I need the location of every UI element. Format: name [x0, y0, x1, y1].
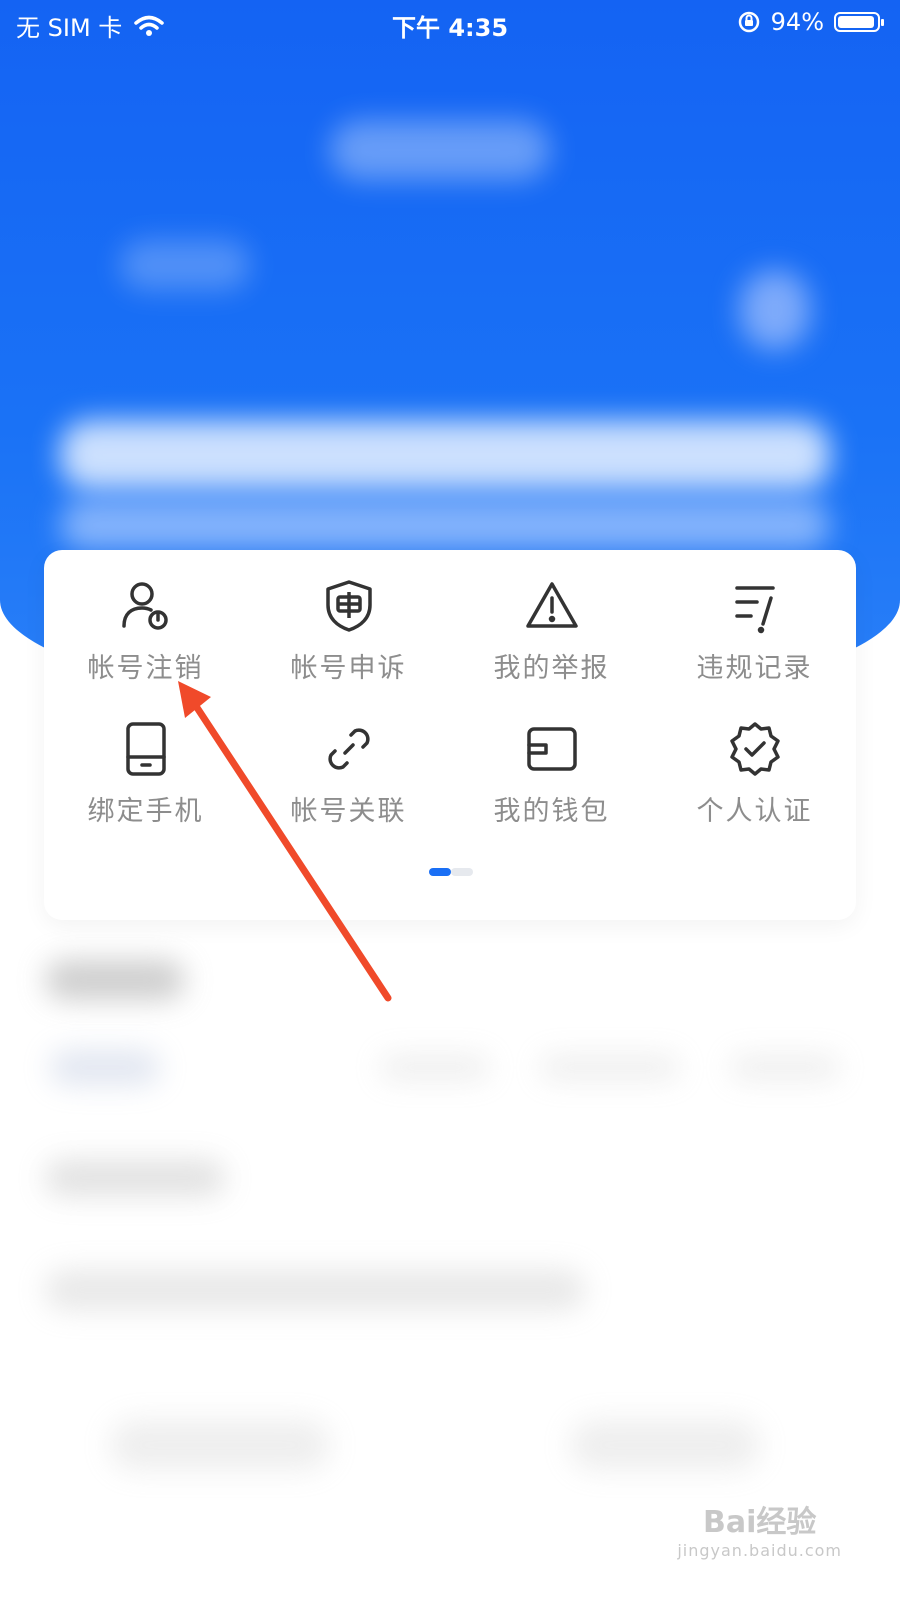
user-power-icon — [121, 582, 168, 630]
menu-item-label: 个人认证 — [696, 796, 813, 827]
menu-item-my-reports[interactable]: 我的举报 — [450, 578, 653, 685]
wallet-icon — [526, 727, 577, 771]
account-services-card: 帐号注销 帐号申诉 我的举报 违规记录 绑定手机 帐号关联 我的钱包 个人认证 — [44, 550, 856, 920]
blurred-username — [120, 240, 250, 290]
blurred-banner — [60, 420, 830, 490]
blurred-row — [730, 1055, 840, 1080]
menu-item-label: 帐号关联 — [290, 796, 407, 827]
menu-item-account-appeal[interactable]: 帐号申诉 — [247, 578, 450, 685]
status-bar: 无 SIM 卡 下午 4:35 94% — [0, 0, 900, 46]
warning-triangle-icon — [525, 582, 578, 628]
list-record-icon — [734, 586, 775, 634]
page-indicator[interactable] — [429, 868, 473, 876]
menu-item-bind-phone[interactable]: 绑定手机 — [44, 721, 247, 828]
phone-icon — [125, 722, 166, 776]
menu-item-account-link[interactable]: 帐号关联 — [247, 721, 450, 828]
page-dot-active — [429, 868, 451, 876]
menu-item-violation-records[interactable]: 违规记录 — [653, 578, 856, 685]
blurred-banner-2 — [60, 500, 830, 550]
blurred-row — [50, 1050, 160, 1085]
menu-item-my-wallet[interactable]: 我的钱包 — [450, 721, 653, 828]
blurred-row — [540, 1055, 680, 1080]
blurred-section-title — [45, 1160, 225, 1196]
orientation-lock-icon — [738, 11, 759, 33]
watermark-url: jingyan.baidu.com — [677, 1541, 842, 1560]
blurred-row — [380, 1055, 490, 1080]
blurred-button — [570, 1420, 760, 1470]
page-dot — [451, 868, 473, 876]
menu-item-account-cancel[interactable]: 帐号注销 — [44, 578, 247, 685]
menu-item-label: 帐号申诉 — [290, 653, 407, 684]
blurred-row — [45, 1270, 585, 1310]
menu-item-label: 帐号注销 — [87, 653, 204, 684]
shield-appeal-icon — [325, 580, 372, 632]
blurred-section-title — [45, 960, 185, 1000]
battery-icon — [834, 12, 884, 32]
menu-item-label: 我的举报 — [493, 653, 610, 684]
watermark: Bai经验 jingyan.baidu.com — [677, 1497, 842, 1560]
menu-item-label: 违规记录 — [696, 653, 813, 684]
verified-badge-icon — [729, 722, 780, 776]
menu-item-personal-verification[interactable]: 个人认证 — [653, 721, 856, 828]
blurred-avatar — [740, 270, 810, 350]
watermark-brand: Bai经验 — [702, 1505, 817, 1540]
menu-item-label: 绑定手机 — [87, 796, 204, 827]
blurred-title — [330, 120, 550, 180]
menu-item-label: 我的钱包 — [493, 796, 610, 827]
link-icon — [327, 728, 370, 770]
blurred-button — [110, 1420, 330, 1470]
battery-percent: 94% — [770, 8, 824, 36]
service-grid: 帐号注销 帐号申诉 我的举报 违规记录 绑定手机 帐号关联 我的钱包 个人认证 — [44, 578, 856, 828]
